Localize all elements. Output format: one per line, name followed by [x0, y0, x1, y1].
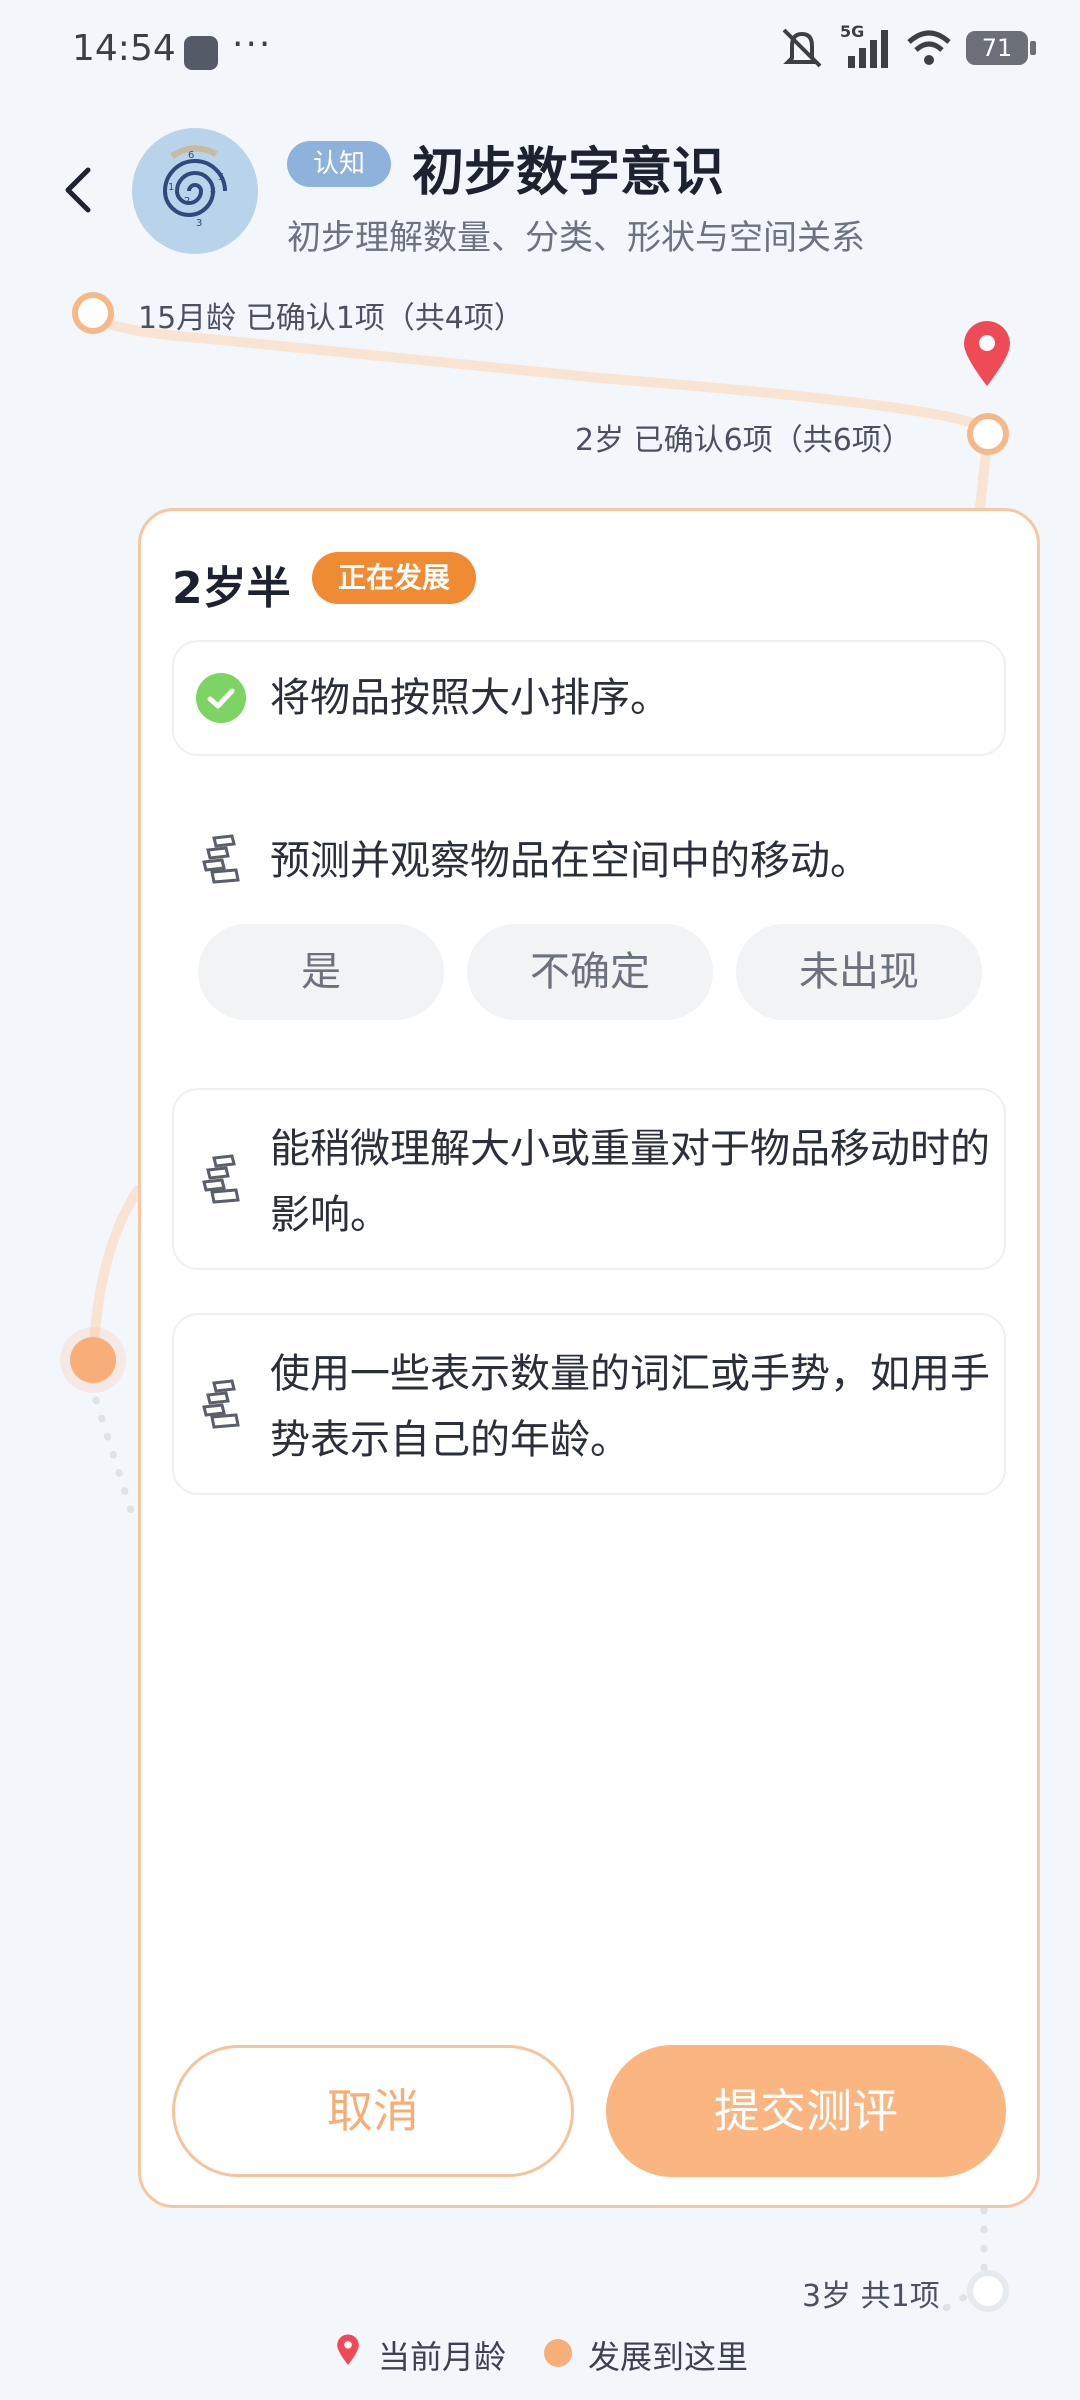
timeline-label: 2岁 已确认6项（共6项）	[575, 423, 912, 458]
cancel-button[interactable]: 取消	[172, 2045, 574, 2177]
option-not-observed-button[interactable]: 未出现	[736, 924, 982, 1020]
milestone-text: 使用一些表示数量的词汇或手势，如用手势表示自己的年龄。	[270, 1351, 990, 1463]
location-pin-icon	[964, 321, 1010, 386]
option-unsure-button[interactable]: 不确定	[467, 924, 713, 1020]
timeline-label: 3岁 共1项	[802, 2279, 940, 2314]
legend-reached: 发展到这里	[588, 2338, 749, 2376]
location-pin-icon	[337, 2334, 359, 2366]
submit-assessment-button[interactable]: 提交测评	[606, 2045, 1006, 2177]
option-yes-button[interactable]: 是	[198, 924, 444, 1020]
current-progress-node[interactable]	[70, 1337, 116, 1383]
stairs-icon	[202, 1154, 240, 1204]
progress-dot-icon	[544, 2339, 572, 2367]
status-badge: 正在发展	[312, 552, 477, 604]
card-age: 2岁半	[172, 563, 291, 614]
check-icon	[196, 673, 246, 723]
milestone-text: 将物品按照大小排序。	[270, 675, 670, 721]
stairs-icon	[202, 834, 240, 884]
timeline-label: 15月龄 已确认1项（共4项）	[138, 301, 524, 336]
legend-current-age: 当前月龄	[378, 2338, 507, 2376]
timeline-node[interactable]	[967, 413, 1009, 455]
timeline-node[interactable]	[72, 292, 114, 334]
milestone-text: 能稍微理解大小或重量对于物品移动时的影响。	[270, 1126, 990, 1238]
stairs-icon	[202, 1379, 240, 1429]
milestone-text: 预测并观察物品在空间中的移动。	[270, 838, 870, 884]
timeline-node[interactable]	[967, 2270, 1009, 2312]
